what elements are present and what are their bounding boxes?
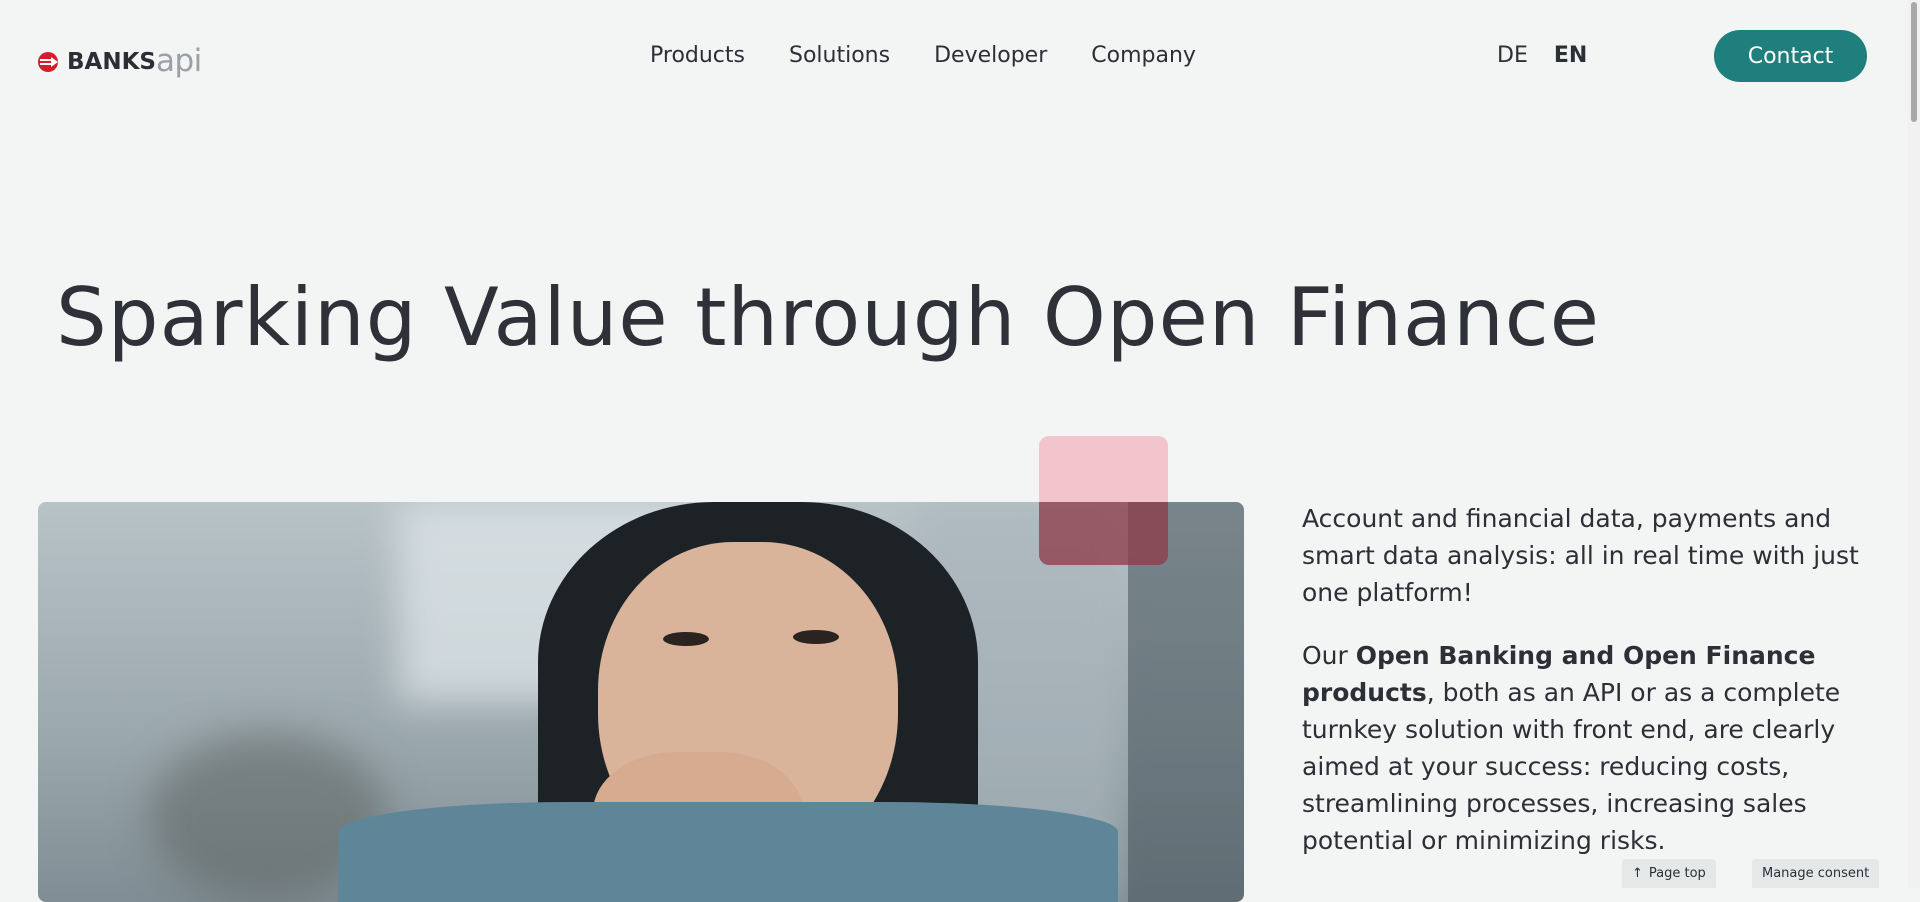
nav-company[interactable]: Company — [1091, 40, 1196, 72]
image-eye-right — [793, 630, 839, 644]
logo-text-banks: BANKS — [67, 49, 156, 75]
banksapi-logo[interactable]: BANKS api — [37, 43, 202, 80]
image-eye-left — [663, 632, 709, 646]
hero-paragraph-1: Account and financial data, payments and… — [1302, 504, 1859, 607]
hero-paragraph-2-lead: Our — [1302, 641, 1356, 670]
language-switcher: DE EN — [1497, 40, 1613, 72]
nav-solutions[interactable]: Solutions — [789, 40, 890, 72]
hero-text: Account and financial data, payments and… — [1302, 500, 1862, 885]
page-top-label: Page top — [1648, 866, 1706, 881]
site-header: BANKS api Products Solutions Developer C… — [0, 0, 1908, 112]
lang-de[interactable]: DE — [1497, 40, 1528, 72]
hero-title: Sparking Value through Open Finance — [56, 271, 1600, 364]
scrollbar[interactable] — [1908, 0, 1920, 888]
page-top-button[interactable]: ↑ Page top — [1622, 859, 1716, 888]
scrollbar-thumb[interactable] — [1911, 2, 1917, 122]
hero-paragraph-2: Our Open Banking and Open Finance produc… — [1302, 637, 1862, 859]
image-jacket — [338, 802, 1118, 902]
arrow-up-icon: ↑ — [1632, 866, 1643, 881]
nav-developer[interactable]: Developer — [934, 40, 1047, 72]
nav-products[interactable]: Products — [650, 40, 745, 72]
contact-button[interactable]: Contact — [1714, 30, 1867, 82]
manage-consent-button[interactable]: Manage consent — [1752, 859, 1880, 888]
main-nav: Products Solutions Developer Company — [650, 40, 1240, 72]
lang-en[interactable]: EN — [1554, 40, 1587, 72]
banksapi-logo-icon — [38, 52, 58, 72]
logo-text-api: api — [155, 43, 202, 79]
decorative-square-overlap — [1039, 502, 1168, 565]
